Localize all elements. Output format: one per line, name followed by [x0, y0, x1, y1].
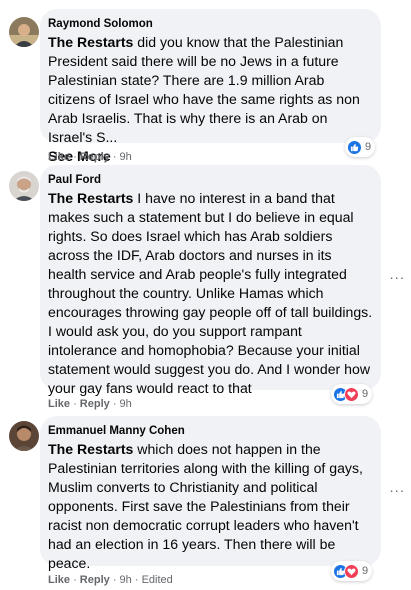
edited-label: Edited: [141, 574, 173, 586]
separator: ·: [131, 574, 142, 586]
reaction-summary[interactable]: 9: [345, 137, 376, 157]
reaction-summary[interactable]: 9: [331, 384, 373, 404]
separator: ·: [109, 151, 120, 163]
reaction-count: 9: [365, 141, 372, 153]
reaction-count: 9: [362, 388, 369, 400]
comment-body: which does not happen in the Palestinian…: [48, 441, 363, 571]
separator: ·: [109, 574, 120, 586]
comment-actions: Like · Reply · 9h · Edited: [48, 573, 173, 587]
separator: ·: [70, 151, 80, 163]
reply-link[interactable]: Reply: [80, 574, 110, 586]
comment-author[interactable]: Emmanuel Manny Cohen: [48, 424, 373, 438]
mention-link[interactable]: The Restarts: [48, 34, 133, 50]
comment-text: The Restarts did you know that the Pales…: [48, 33, 373, 166]
more-options-icon[interactable]: ···: [389, 483, 405, 501]
comment-actions: Like · Reply · 9h: [48, 150, 132, 164]
comment-bubble: Raymond Solomon The Restarts did you kno…: [40, 9, 381, 164]
comment-body: did you know that the Palestinian Presid…: [48, 34, 360, 145]
mention-link[interactable]: The Restarts: [48, 441, 133, 457]
timestamp[interactable]: 9h: [120, 574, 132, 586]
reply-link[interactable]: Reply: [80, 151, 110, 163]
comment-bubble: Paul Ford The Restarts I have no interes…: [40, 165, 381, 396]
comment-actions: Like · Reply · 9h: [48, 397, 132, 411]
reaction-count: 9: [362, 565, 369, 577]
comment-author[interactable]: Paul Ford: [48, 173, 373, 187]
love-icon: [344, 386, 359, 402]
like-icon: [347, 139, 362, 155]
comment-bubble: Emmanuel Manny Cohen The Restarts which …: [40, 416, 381, 571]
separator: ·: [109, 398, 120, 410]
mention-link[interactable]: The Restarts: [48, 190, 133, 206]
separator: ·: [70, 398, 80, 410]
timestamp[interactable]: 9h: [120, 398, 132, 410]
avatar[interactable]: [9, 17, 39, 47]
reply-link[interactable]: Reply: [80, 398, 110, 410]
like-link[interactable]: Like: [48, 151, 70, 163]
timestamp[interactable]: 9h: [120, 151, 132, 163]
like-link[interactable]: Like: [48, 574, 70, 586]
separator: ·: [70, 574, 80, 586]
comment-body: I have no interest in a band that makes …: [48, 190, 373, 396]
comment-text: The Restarts I have no interest in a ban…: [48, 189, 373, 398]
more-options-icon[interactable]: ···: [389, 270, 405, 288]
love-icon: [344, 563, 359, 579]
avatar[interactable]: [9, 171, 39, 201]
comment-text: The Restarts which does not happen in th…: [48, 440, 373, 573]
avatar[interactable]: [9, 421, 39, 451]
comment-author[interactable]: Raymond Solomon: [48, 17, 373, 31]
reaction-summary[interactable]: 9: [331, 561, 373, 581]
like-link[interactable]: Like: [48, 398, 70, 410]
